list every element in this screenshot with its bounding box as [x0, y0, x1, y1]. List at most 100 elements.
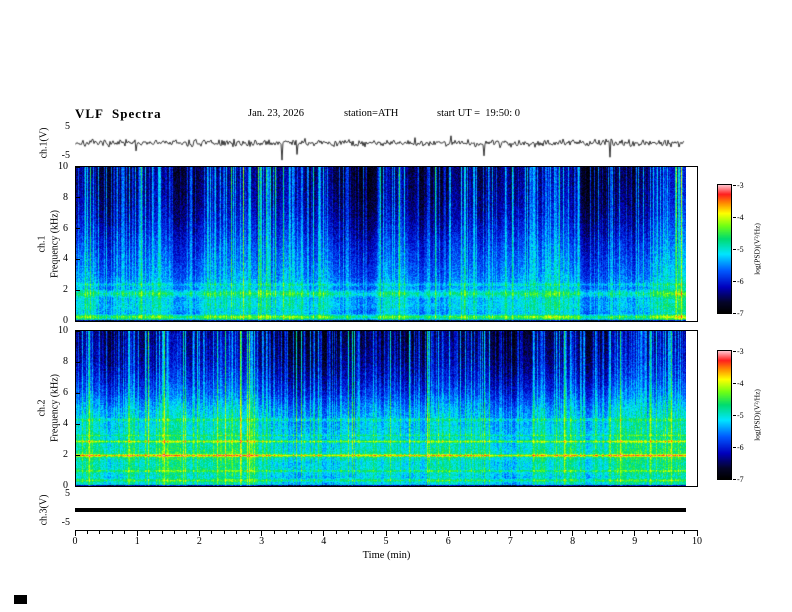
spec1-ytick-label: 8 [63, 191, 68, 203]
x-axis-tick-label: 4 [321, 536, 327, 547]
x-axis-minor-tick [211, 531, 213, 534]
x-axis-minor-tick [86, 531, 88, 534]
spec1-ytick-label: 6 [63, 222, 68, 234]
x-axis-minor-tick [584, 531, 586, 534]
spec1-ylabel-channel: ch.1 [36, 235, 48, 253]
x-axis-tick-label: 1 [134, 536, 140, 547]
ch1-wave-ytick-max: 5 [65, 121, 70, 132]
colorbar1-tick-mark [733, 312, 736, 314]
x-axis-minor-tick [621, 531, 623, 534]
x-axis-minor-tick [559, 531, 561, 534]
spec2-ytick-label: 6 [63, 387, 68, 398]
x-axis-minor-tick [236, 531, 238, 534]
ch2-spectrogram-panel [75, 330, 698, 487]
colorbar2-tick-label: -4 [737, 378, 744, 388]
spec1-ytick-label: 4 [63, 253, 68, 265]
x-axis-minor-tick [422, 531, 424, 534]
x-axis-tick-label: 2 [196, 536, 202, 547]
colorbar1-tick-label: -4 [737, 212, 744, 222]
colorbar2-tick-mark [733, 478, 736, 480]
spec1-ytick-mark [76, 166, 80, 168]
x-axis-minor-tick [273, 531, 275, 534]
colorbar2-gradient-canvas [718, 351, 731, 479]
header-station: station=ATH [344, 108, 399, 119]
ch1-spectrogram-canvas [76, 167, 686, 321]
x-axis-tick-label: 5 [383, 536, 389, 547]
colorbar2-tick-label: -3 [737, 346, 744, 356]
x-axis-tick-label: 0 [72, 536, 78, 547]
x-axis-minor-tick [161, 531, 163, 534]
x-axis-minor-tick [285, 531, 287, 534]
colorbar1-tick-label: -5 [737, 244, 744, 254]
x-axis-title: Time (min) [362, 550, 411, 561]
colorbar2-tick-label: -7 [737, 474, 744, 484]
x-axis-minor-tick [609, 531, 611, 534]
spec2-ytick-mark [76, 361, 80, 363]
x-axis-minor-tick [397, 531, 399, 534]
x-axis-minor-tick [348, 531, 350, 534]
x-axis-minor-tick [99, 531, 101, 534]
x-axis-minor-tick [223, 531, 225, 534]
colorbar1-tick-label: -7 [737, 308, 744, 318]
x-axis-minor-tick [124, 531, 126, 534]
x-axis-minor-tick [335, 531, 337, 534]
colorbar2-tick-mark [733, 446, 736, 448]
spec1-ytick-label: 2 [63, 284, 68, 296]
x-axis-minor-tick [596, 531, 598, 534]
spec2-ytick-mark [76, 330, 80, 332]
corner-mark [14, 595, 27, 604]
colorbar2-panel [717, 350, 732, 480]
x-axis-minor-tick [534, 531, 536, 534]
x-axis-minor-tick [646, 531, 648, 534]
colorbar1-tick-mark [733, 280, 736, 282]
ch3-flat-trace [75, 508, 686, 512]
x-axis-minor-tick [410, 531, 412, 534]
figure-title: VLF Spectra [75, 106, 162, 121]
colorbar2-tick-mark [733, 382, 736, 384]
x-axis-line [75, 530, 698, 531]
colorbar1-tick-mark [733, 184, 736, 186]
x-axis-minor-tick [460, 531, 462, 534]
colorbar1-tick-mark [733, 216, 736, 218]
spec2-ytick-mark [76, 423, 80, 425]
colorbar2-tick-mark [733, 414, 736, 416]
spec2-ytick-mark [76, 485, 80, 487]
x-axis-minor-tick [186, 531, 188, 534]
spec2-ytick-label: 4 [63, 418, 68, 429]
x-axis-minor-tick [485, 531, 487, 534]
x-axis-minor-tick [174, 531, 176, 534]
colorbar2-tick-label: -5 [737, 410, 744, 420]
colorbar1-tick-label: -3 [737, 180, 744, 190]
x-axis-minor-tick [435, 531, 437, 534]
colorbar2-tick-label: -6 [737, 442, 744, 452]
ch1-spectrogram-panel [75, 166, 698, 322]
spec2-ytick-label: 2 [63, 449, 68, 460]
spec1-ytick-mark [76, 228, 80, 230]
vlf-spectra-figure: VLF Spectra Jan. 23, 2026 station=ATH st… [0, 0, 792, 612]
colorbar1-tick-label: -6 [737, 276, 744, 286]
spec1-ytick-mark [76, 289, 80, 291]
spec1-ytick-mark [76, 258, 80, 260]
x-axis-minor-tick [671, 531, 673, 534]
spec2-ylabel-frequency: Frequency (kHz) [49, 373, 61, 443]
spec2-ytick-label: 8 [63, 356, 68, 367]
x-axis-minor-tick [547, 531, 549, 534]
x-axis-minor-tick [522, 531, 524, 534]
x-axis-minor-tick [248, 531, 250, 534]
spec2-ytick-mark [76, 392, 80, 394]
spec1-ytick-mark [76, 320, 80, 322]
spec2-ytick-mark [76, 454, 80, 456]
x-axis-tick-label: 8 [570, 536, 576, 547]
x-axis-tick-label: 10 [692, 536, 702, 547]
spec1-ytick-label: 10 [58, 161, 68, 172]
colorbar1-panel [717, 184, 732, 314]
x-axis-minor-tick [472, 531, 474, 534]
spec2-ytick-label: 10 [58, 325, 68, 336]
ch1-waveform-canvas [75, 125, 685, 161]
x-axis-tick-label: 6 [445, 536, 451, 547]
colorbar2-tick-mark [733, 350, 736, 352]
spec1-ytick-mark [76, 197, 80, 199]
colorbar1-gradient-canvas [718, 185, 731, 313]
x-axis-minor-tick [149, 531, 151, 534]
spec2-ytick-label: 0 [63, 480, 68, 491]
